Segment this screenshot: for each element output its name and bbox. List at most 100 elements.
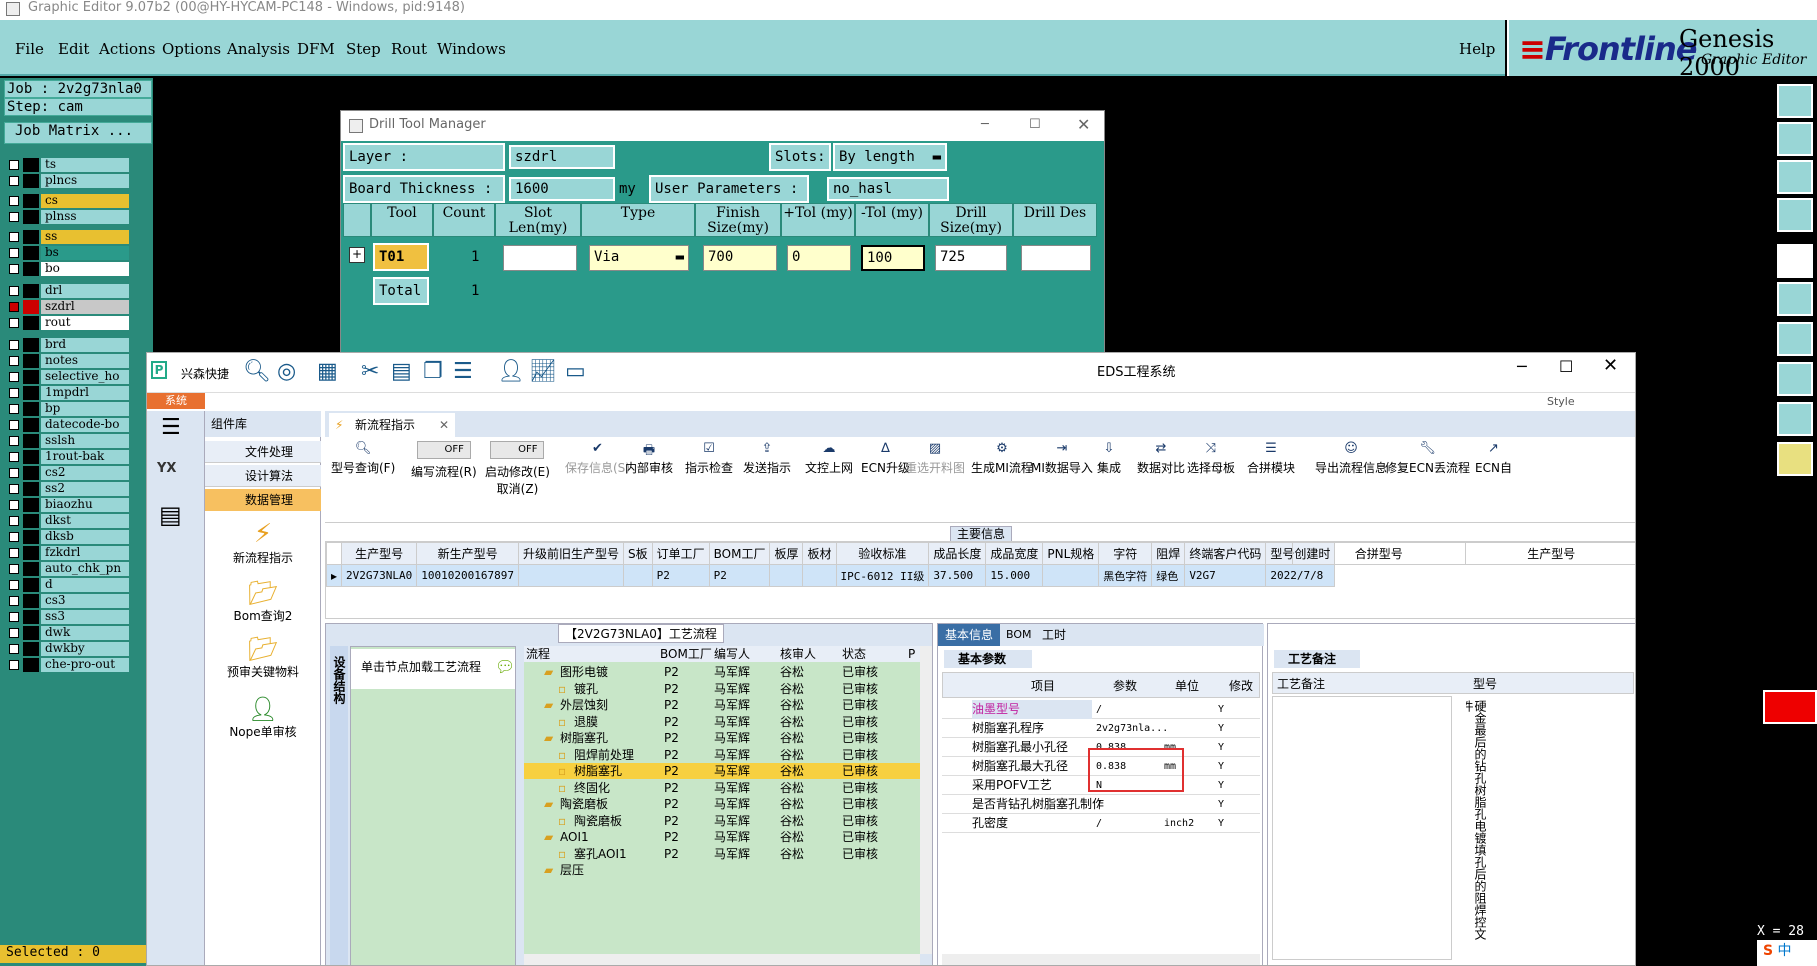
layer-checkbox[interactable]	[9, 628, 19, 638]
main-cell[interactable]	[1042, 564, 1100, 587]
tool-button-2[interactable]	[1777, 122, 1813, 156]
toggle-switch[interactable]: OFF	[490, 441, 545, 459]
minimize-icon[interactable]: ─	[981, 111, 989, 139]
param-row[interactable]: 油墨型号 / Y	[942, 700, 1260, 719]
plus-tol-input[interactable]: 0	[787, 245, 851, 271]
nav-file[interactable]: 文件处理	[205, 441, 321, 463]
copy-icon[interactable]: ❐	[423, 359, 443, 384]
flow-vscrollbar[interactable]	[920, 646, 932, 954]
nav-data[interactable]: 数据管理	[205, 489, 321, 511]
ribbon-button[interactable]: ⇄ 数据对比	[1137, 441, 1185, 476]
layer-checkbox[interactable]	[9, 420, 19, 430]
grid-icon[interactable]: ▦	[317, 359, 338, 384]
slot-len-input[interactable]	[503, 245, 577, 271]
layer-row[interactable]: notes	[6, 354, 129, 368]
layer-row[interactable]: selective_ho	[6, 370, 129, 384]
layer-checkbox[interactable]	[9, 318, 19, 328]
layer-row[interactable]: cs	[6, 194, 129, 208]
main-cell[interactable]	[623, 564, 653, 587]
layer-checkbox[interactable]	[9, 302, 19, 312]
tool-button-1[interactable]	[1777, 84, 1813, 118]
tab-bom[interactable]: BOM	[1006, 624, 1032, 646]
menu-help[interactable]: Help	[1459, 40, 1495, 58]
layer-checkbox[interactable]	[9, 564, 19, 574]
ribbon-button[interactable]: ↗ ECN自	[1475, 441, 1512, 476]
flow-row[interactable]: ▰ 陶瓷磨板 P2 马军辉 谷松 已审核	[524, 796, 920, 812]
layer-checkbox[interactable]	[9, 500, 19, 510]
layer-row[interactable]: fzkdrl	[6, 546, 129, 560]
ribbon-button[interactable]: ⤨ 选择母板	[1187, 441, 1235, 476]
layer-checkbox[interactable]	[9, 340, 19, 350]
list-icon[interactable]: ☰	[453, 359, 473, 384]
search-icon[interactable]: 🔍︎	[243, 359, 271, 384]
main-cell[interactable]: P2	[708, 564, 771, 587]
job-matrix-button[interactable]: Job Matrix ...	[4, 122, 152, 144]
flow-row[interactable]: ▰ AOI1 P2 马军辉 谷松 已审核	[524, 829, 920, 845]
layer-checkbox[interactable]	[9, 286, 19, 296]
finish-size-input[interactable]: 700	[703, 245, 777, 271]
comp-bom[interactable]: 📂︎ Bom查询2	[205, 579, 321, 624]
comp-material[interactable]: 📂︎ 预审关键物料	[205, 635, 321, 680]
layer-row[interactable]: biaozhu	[6, 498, 129, 512]
layer-checkbox[interactable]	[9, 596, 19, 606]
ribbon-button[interactable]: 🖶 内部审核	[625, 441, 673, 476]
layer-checkbox[interactable]	[9, 644, 19, 654]
param-row[interactable]: 树脂塞孔程序 2v2g73nla... Y	[942, 719, 1260, 738]
main-cell[interactable]	[517, 564, 625, 587]
layer-row[interactable]: plnss	[6, 210, 129, 224]
ribbon-button[interactable]: ⚙ 生成MI流程	[971, 441, 1033, 476]
eds-maximize-icon[interactable]: ☐	[1559, 357, 1573, 376]
user-parameters-input[interactable]: no_hasl	[827, 177, 949, 201]
flow-side-tab[interactable]: 设备结构	[330, 646, 348, 965]
flow-row[interactable]: ▫ 阻焊前处理 P2 马军辉 谷松 已审核	[524, 747, 920, 763]
ribbon-button[interactable]: ▨ 重选开料图	[905, 441, 965, 476]
flow-row[interactable]: ▰ 树脂塞孔 P2 马军辉 谷松 已审核	[524, 730, 920, 746]
slots-select[interactable]: By length ▬	[833, 143, 947, 171]
ribbon-button[interactable]: ⇥ MI数据导入	[1031, 441, 1093, 476]
eds-minimize-icon[interactable]: ─	[1517, 357, 1527, 376]
layer-checkbox[interactable]	[9, 612, 19, 622]
param-row[interactable]: 孔密度 / inch2 Y	[942, 814, 1260, 833]
layer-row[interactable]: datecode-bo	[6, 418, 129, 432]
flow-row[interactable]: ▰ 层压	[524, 862, 920, 878]
layer-row[interactable]: bs	[6, 246, 129, 260]
ribbon-button[interactable]: ☺ 导出流程信息	[1315, 441, 1387, 476]
layer-checkbox[interactable]	[9, 660, 19, 670]
menu-edit[interactable]: Edit	[58, 40, 89, 58]
remark-text-area[interactable]	[1272, 696, 1452, 960]
main-cell[interactable]: 10010200167897	[416, 564, 519, 587]
ribbon-button[interactable]: 🔧︎ 修复ECN丢流程	[1385, 441, 1470, 476]
main-cell[interactable]: 绿色	[1151, 564, 1186, 587]
style-menu[interactable]: Style	[1547, 395, 1575, 408]
layer-row[interactable]: dkst	[6, 514, 129, 528]
film-icon[interactable]: ▤	[391, 359, 412, 384]
layer-checkbox[interactable]	[9, 516, 19, 526]
board-thickness-input[interactable]: 1600	[509, 177, 615, 201]
layer-row[interactable]: bo	[6, 262, 129, 276]
remark-tab[interactable]: 工艺备注	[1274, 650, 1360, 668]
layer-row[interactable]: d	[6, 578, 129, 592]
menu-rout[interactable]: Rout	[391, 40, 427, 58]
system-tab[interactable]: 系统	[147, 393, 205, 409]
ribbon-button[interactable]: ☁ 文控上网	[805, 441, 853, 476]
flow-row[interactable]: ▰ 外层蚀刻 P2 马军辉 谷松 已审核	[524, 697, 920, 713]
layer-row[interactable]: rout	[6, 316, 129, 330]
param-hscrollbar[interactable]	[942, 954, 1260, 965]
layer-checkbox[interactable]	[9, 196, 19, 206]
layer-checkbox[interactable]	[9, 356, 19, 366]
main-cell[interactable]: 15.000	[985, 564, 1044, 587]
layer-row[interactable]: plncs	[6, 174, 129, 188]
layer-row[interactable]: szdrl	[6, 300, 129, 314]
close-icon[interactable]: ✕	[1077, 111, 1090, 139]
layer-checkbox[interactable]	[9, 372, 19, 382]
doc-tab-new-flow[interactable]: ⚡ 新流程指示 ✕	[329, 413, 455, 437]
main-cell[interactable]: 2022/7/8	[1265, 564, 1336, 587]
layer-checkbox[interactable]	[9, 232, 19, 242]
chart-icon[interactable]: 📈︎	[529, 359, 557, 384]
ribbon-button[interactable]: ⇩ 集成	[1097, 441, 1121, 476]
layer-row[interactable]: ss	[6, 230, 129, 244]
layer-checkbox[interactable]	[9, 404, 19, 414]
layer-checkbox[interactable]	[9, 468, 19, 478]
expand-row-icon[interactable]: +	[349, 247, 365, 263]
layer-checkbox[interactable]	[9, 548, 19, 558]
